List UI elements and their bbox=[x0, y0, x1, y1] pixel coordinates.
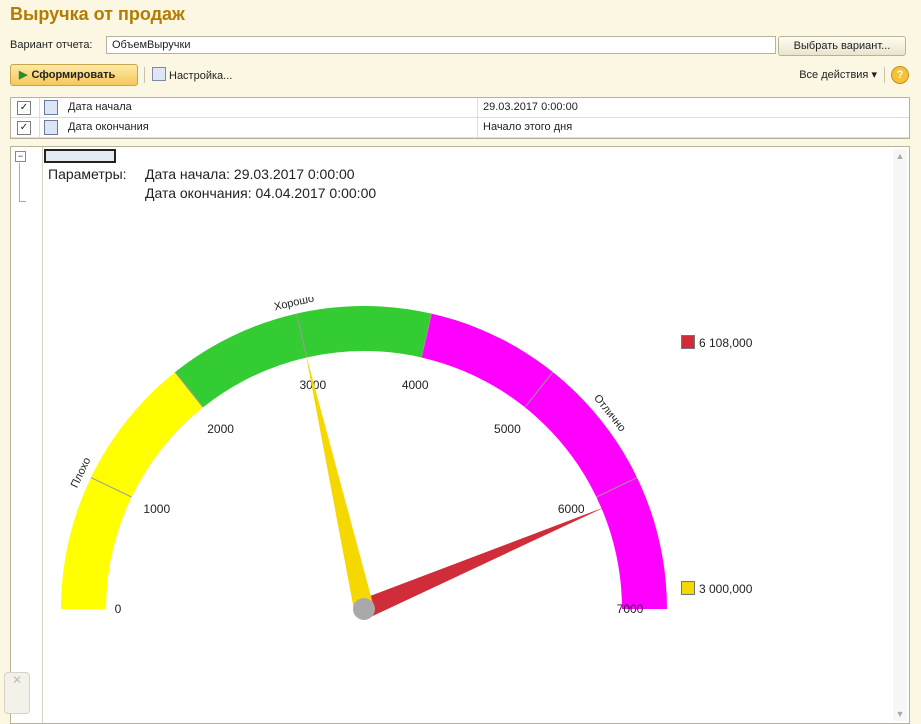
help-icon[interactable]: ? bbox=[891, 66, 909, 84]
param-line: Дата окончания: 04.04.2017 0:00:00 bbox=[145, 185, 377, 201]
param-row: ✓ Дата окончания Начало этого дня bbox=[11, 118, 909, 138]
group-bracket bbox=[19, 163, 26, 202]
gauge-tick-label: 0 bbox=[115, 602, 122, 616]
param-line: Дата начала: 29.03.2017 0:00:00 bbox=[145, 166, 355, 182]
param-checkbox[interactable]: ✓ bbox=[17, 121, 31, 135]
gauge-chart: ПлохоХорошоОтлично0100020003000400050006… bbox=[61, 297, 667, 620]
legend-label: 6 108,000 bbox=[699, 336, 753, 350]
form-report-button[interactable]: ▶ Сформировать bbox=[10, 64, 138, 86]
param-value[interactable]: 29.03.2017 0:00:00 bbox=[483, 101, 578, 113]
divider bbox=[477, 98, 478, 118]
divider bbox=[477, 118, 478, 138]
settings-button[interactable]: Настройка... bbox=[152, 67, 232, 82]
gauge-band-label: Хорошо bbox=[273, 297, 315, 313]
legend-swatch bbox=[681, 581, 695, 595]
gauge-tick-label: 1000 bbox=[143, 502, 170, 516]
parameters-table: ✓ Дата начала 29.03.2017 0:00:00 ✓ Дата … bbox=[10, 97, 910, 139]
divider bbox=[39, 98, 40, 118]
param-name: Дата окончания bbox=[68, 121, 149, 133]
variant-label: Вариант отчета: bbox=[10, 39, 93, 51]
scroll-down-icon[interactable]: ▼ bbox=[893, 707, 907, 721]
variant-field[interactable]: ОбъемВыручки bbox=[106, 36, 776, 54]
param-value[interactable]: Начало этого дня bbox=[483, 121, 572, 133]
legend-label: 3 000,000 bbox=[699, 582, 753, 596]
gauge-band bbox=[175, 306, 432, 408]
variant-row: Вариант отчета: ОбъемВыручки Выбрать вар… bbox=[10, 36, 913, 58]
settings-icon bbox=[152, 67, 166, 81]
params-label: Параметры: bbox=[48, 166, 127, 182]
gauge-band bbox=[61, 372, 204, 609]
gauge-tick-label: 7000 bbox=[617, 602, 644, 616]
param-checkbox[interactable]: ✓ bbox=[17, 101, 31, 115]
gauge-tick-label: 6000 bbox=[558, 502, 585, 516]
report-area: − Параметры: Дата начала: 29.03.2017 0:0… bbox=[10, 146, 910, 724]
dropdown-arrow-icon: ▾ bbox=[871, 69, 877, 81]
legend-item: 3 000,000 bbox=[681, 581, 752, 596]
close-icon[interactable]: ✕ bbox=[4, 672, 30, 714]
gauge-tick-label: 2000 bbox=[207, 422, 234, 436]
gutter-line bbox=[42, 147, 43, 723]
legend-item: 6 108,000 bbox=[681, 335, 752, 350]
collapse-toggle[interactable]: − bbox=[15, 151, 26, 162]
vertical-scrollbar[interactable]: ▲ ▼ bbox=[893, 149, 907, 721]
divider bbox=[39, 118, 40, 138]
gauge-pointer bbox=[360, 506, 607, 619]
choose-variant-button[interactable]: Выбрать вариант... bbox=[778, 36, 906, 56]
gauge-tick-label: 5000 bbox=[494, 422, 521, 436]
param-name: Дата начала bbox=[68, 101, 132, 113]
all-actions-label: Все действия bbox=[799, 69, 869, 81]
toolbar: ▶ Сформировать Настройка... Все действия … bbox=[10, 64, 913, 88]
page-title: Выручка от продаж bbox=[10, 4, 185, 24]
param-row: ✓ Дата начала 29.03.2017 0:00:00 bbox=[11, 98, 909, 118]
selected-cell[interactable] bbox=[44, 149, 116, 163]
gauge-hub bbox=[353, 598, 375, 620]
all-actions-menu[interactable]: Все действия ▾ bbox=[799, 68, 877, 81]
form-button-label: Сформировать bbox=[31, 69, 116, 81]
scroll-up-icon[interactable]: ▲ bbox=[893, 149, 907, 163]
settings-label: Настройка... bbox=[169, 70, 233, 82]
toolbar-separator bbox=[144, 67, 145, 83]
play-icon: ▶ bbox=[19, 69, 28, 81]
gauge-pointer bbox=[305, 352, 374, 612]
gauge-tick-label: 4000 bbox=[402, 378, 429, 392]
legend-swatch bbox=[681, 335, 695, 349]
calendar-icon bbox=[44, 100, 58, 115]
calendar-icon bbox=[44, 120, 58, 135]
toolbar-separator bbox=[884, 67, 885, 83]
